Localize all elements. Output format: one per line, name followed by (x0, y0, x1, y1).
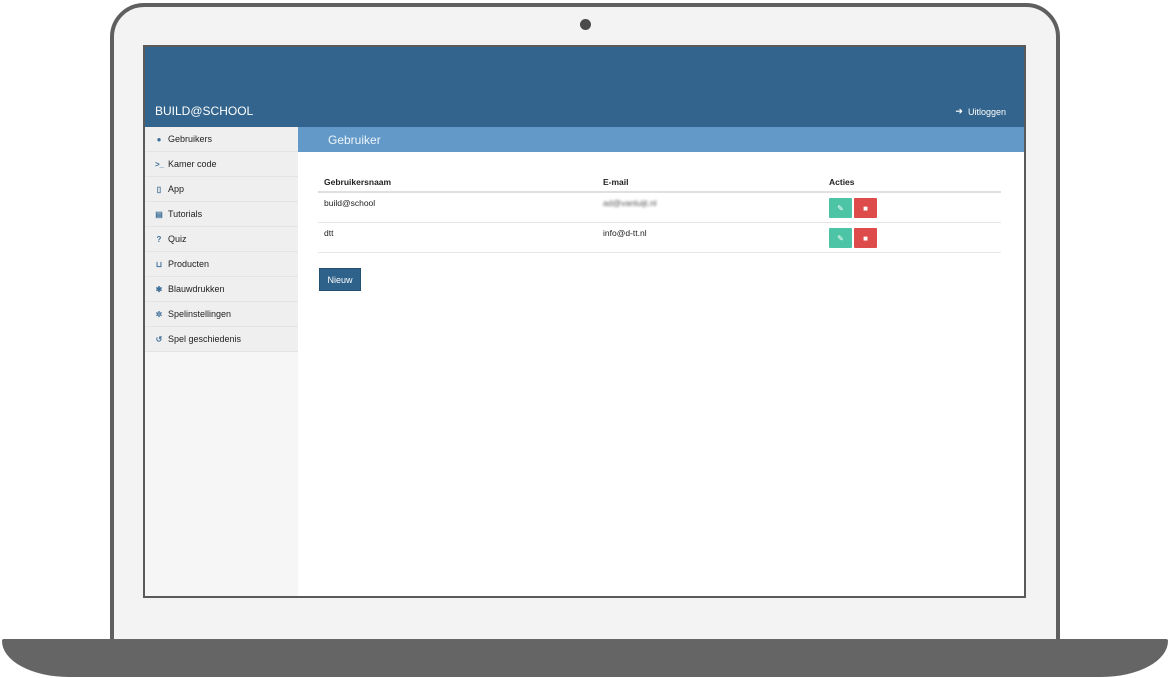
username-cell: build@school (318, 192, 597, 223)
brand-logo[interactable]: BUILD@SCHOOL (155, 104, 253, 118)
tablet-icon: ▯ (156, 184, 162, 194)
row-actions: ✎ ■ (829, 198, 995, 218)
top-header: BUILD@SCHOOL ➜ Uitloggen (145, 47, 1024, 127)
sign-out-icon: ➜ (955, 106, 963, 116)
cogs-icon: ✲ (155, 309, 163, 319)
email-cell: ad@vanluijt.nl (597, 192, 823, 223)
logout-label: Uitloggen (967, 106, 1006, 117)
laptop-base (2, 639, 1168, 677)
row-actions: ✎ ■ (829, 228, 995, 248)
users-table: Gebruikersnaam E-mail Acties build@schoo… (318, 175, 1001, 253)
trash-icon: ■ (863, 233, 868, 243)
new-user-button[interactable]: Nieuw (319, 268, 361, 291)
email-cell: info@d-tt.nl (597, 222, 823, 253)
screen: BUILD@SCHOOL ➜ Uitloggen ● Gebruikers >_… (143, 45, 1026, 598)
sidebar-item-spel-geschiedenis[interactable]: ↺ Spel geschiedenis (145, 327, 298, 352)
delete-button[interactable]: ■ (854, 198, 877, 218)
sidebar-item-label: Tutorials (168, 209, 203, 219)
trash-icon: ■ (863, 203, 868, 213)
username-cell: dtt (318, 222, 597, 253)
camera-dot (580, 19, 591, 30)
column-header-email: E-mail (597, 175, 823, 193)
book-icon: ▤ (155, 209, 163, 219)
actions-cell: ✎ ■ (823, 192, 1001, 223)
sidebar-item-label: Spel geschiedenis (168, 334, 242, 344)
cog-icon: ✱ (155, 284, 163, 294)
edit-button[interactable]: ✎ (829, 228, 852, 248)
sidebar-item-quiz[interactable]: ? Quiz (145, 227, 298, 252)
sidebar-item-app[interactable]: ▯ App (145, 177, 298, 202)
page-title-bar: Gebruiker (298, 127, 1024, 152)
sidebar-item-spelinstellingen[interactable]: ✲ Spelinstellingen (145, 302, 298, 327)
column-header-username: Gebruikersnaam (318, 175, 597, 193)
sidebar-item-tutorials[interactable]: ▤ Tutorials (145, 202, 298, 227)
sidebar-item-blauwdrukken[interactable]: ✱ Blauwdrukken (145, 277, 298, 302)
sidebar-item-label: Kamer code (168, 159, 217, 169)
sidebar-item-label: Quiz (168, 234, 187, 244)
table-row: dtt info@d-tt.nl ✎ ■ (318, 222, 1001, 253)
sidebar-item-label: Gebruikers (168, 134, 213, 144)
actions-cell: ✎ ■ (823, 222, 1001, 253)
pencil-icon: ✎ (837, 203, 844, 213)
sidebar: ● Gebruikers >_ Kamer code ▯ App ▤ Tutor… (145, 127, 299, 596)
terminal-icon: >_ (155, 159, 165, 169)
table-header-row: Gebruikersnaam E-mail Acties (318, 175, 1001, 193)
table-row: build@school ad@vanluijt.nl ✎ ■ (318, 192, 1001, 223)
sidebar-item-kamer-code[interactable]: >_ Kamer code (145, 152, 298, 177)
pencil-icon: ✎ (837, 233, 844, 243)
sidebar-item-producten[interactable]: ⊔ Producten (145, 252, 298, 277)
delete-button[interactable]: ■ (854, 228, 877, 248)
user-icon: ● (156, 134, 162, 144)
history-icon: ↺ (155, 334, 163, 344)
sidebar-item-label: App (168, 184, 185, 194)
sidebar-item-label: Producten (168, 259, 210, 269)
edit-button[interactable]: ✎ (829, 198, 852, 218)
logout-button[interactable]: ➜ Uitloggen (955, 106, 1006, 117)
question-icon: ? (156, 234, 162, 244)
sidebar-item-gebruikers[interactable]: ● Gebruikers (145, 127, 298, 152)
page-title: Gebruiker (328, 132, 381, 147)
cart-icon: ⊔ (155, 259, 163, 269)
sidebar-item-label: Spelinstellingen (168, 309, 232, 319)
main-content: Gebruiker Gebruikersnaam E-mail Acties b… (298, 127, 1024, 596)
sidebar-item-label: Blauwdrukken (168, 284, 225, 294)
column-header-actions: Acties (823, 175, 1001, 193)
